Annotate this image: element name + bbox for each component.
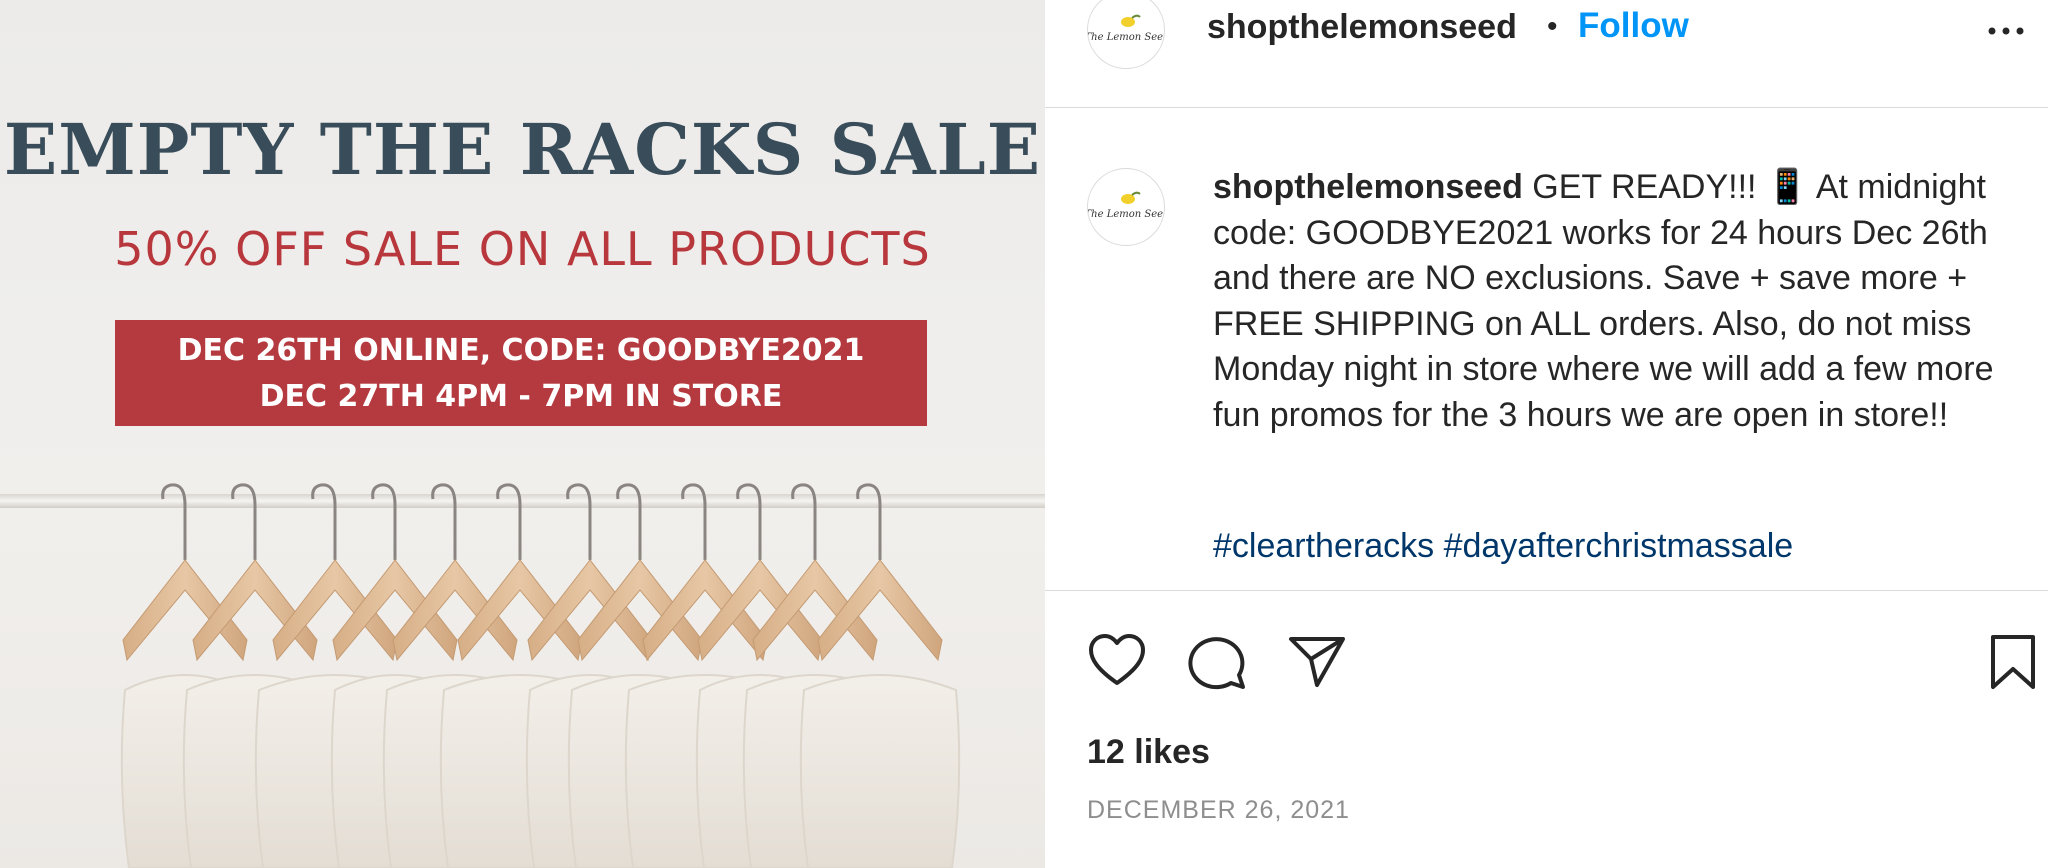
svg-text:The Lemon Seed: The Lemon Seed	[1088, 32, 1165, 43]
hashtags: #cleartheracks #dayafterchristmassale	[1213, 527, 1793, 566]
caption-dots-1: ⠀⠀⠀⠀⠀⠀⠀⠀	[1213, 441, 1413, 479]
hanger-hook	[161, 483, 187, 560]
hanger-hook	[616, 483, 642, 560]
post-date[interactable]: DECEMBER 26, 2021	[1087, 796, 1350, 825]
header-separator: •	[1547, 10, 1558, 43]
post-caption: shopthelemonseed GET READY!!! 📱 At midni…	[1213, 165, 2033, 514]
follow-button[interactable]: Follow	[1578, 6, 1689, 46]
heart-icon[interactable]	[1087, 631, 1147, 691]
hanger-hook	[856, 483, 882, 560]
post-side-panel: The Lemon Seed shopthelemonseed • Follow…	[1045, 0, 2048, 868]
caption-dots-2: ⠀⠀⠀⠀⠀⠀⠀⠀	[1213, 485, 1358, 511]
hanger-hook	[681, 483, 707, 560]
garment	[799, 674, 961, 868]
profile-avatar[interactable]: The Lemon Seed	[1087, 0, 1165, 69]
hanger-hook	[736, 483, 762, 560]
post-header: The Lemon Seed shopthelemonseed • Follow	[1045, 0, 2048, 108]
hanger-hook	[371, 483, 397, 560]
header-username[interactable]: shopthelemonseed	[1207, 8, 1517, 47]
hanger-hook	[566, 483, 592, 560]
hashtag-cleartheracks[interactable]: #cleartheracks	[1213, 527, 1434, 565]
more-options-icon[interactable]	[1982, 16, 2030, 46]
caption-username[interactable]: shopthelemonseed	[1213, 168, 1523, 206]
hashtag-dayafterchristmassale[interactable]: #dayafterchristmassale	[1444, 527, 1794, 565]
lemon-seed-logo-icon: The Lemon Seed	[1088, 191, 1165, 220]
hanger-hook	[791, 483, 817, 560]
caption-avatar[interactable]: The Lemon Seed	[1087, 168, 1165, 246]
comment-icon[interactable]	[1187, 631, 1247, 691]
hanger-hook	[496, 483, 522, 560]
svg-text:The Lemon Seed: The Lemon Seed	[1088, 209, 1165, 220]
hangers-and-clothes-illustration	[120, 483, 961, 868]
hanger-hook	[231, 483, 257, 560]
bookmark-icon[interactable]	[1983, 631, 2043, 691]
action-bar	[1045, 590, 2048, 710]
caption-text: GET READY!!! 📱 At midnight code: GOODBYE…	[1213, 168, 1994, 434]
send-icon[interactable]	[1287, 631, 1347, 691]
hanger-hook	[311, 483, 337, 560]
post-image[interactable]: EMPTY THE RACKS SALE 50% OFF SALE ON ALL…	[0, 0, 1045, 868]
hanger-hook	[431, 483, 457, 560]
likes-count[interactable]: 12 likes	[1087, 733, 1210, 772]
lemon-seed-logo-icon: The Lemon Seed	[1088, 14, 1165, 43]
